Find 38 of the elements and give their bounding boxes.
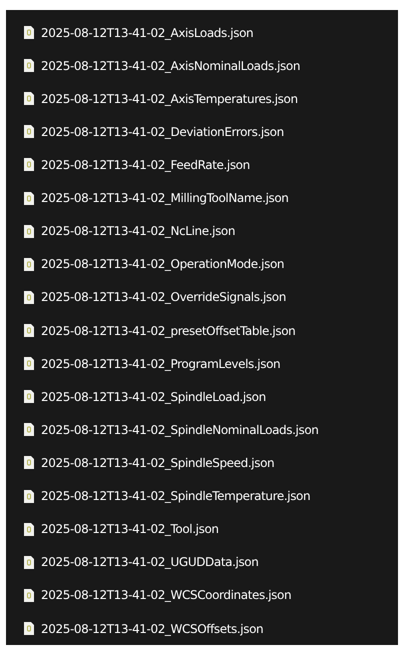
json-file-icon [24,192,34,205]
file-name[interactable]: 2025-08-12T13-41-02_ProgramLevels.json [41,356,280,371]
json-file-icon [24,224,34,238]
json-file-icon [24,490,34,503]
file-name[interactable]: 2025-08-12T13-41-02_AxisTemperatures.json [41,92,298,106]
file-name[interactable]: 2025-08-12T13-41-02_UGUDData.json [41,555,258,570]
json-file-icon [24,588,34,602]
json-file-icon [24,92,34,106]
file-name[interactable]: 2025-08-12T13-41-02_SpindleNominalLoads.json [41,422,318,437]
file-name[interactable]: 2025-08-12T13-41-02_Tool.json [41,522,219,536]
file-name[interactable]: 2025-08-12T13-41-02_OperationMode.json [41,257,284,272]
json-file-icon [24,423,34,436]
json-file-icon [24,26,34,40]
json-file-icon [24,324,34,338]
file-name[interactable]: 2025-08-12T13-41-02_AxisNominalLoads.json [41,58,300,73]
file-name[interactable]: 2025-08-12T13-41-02_presetOffsetTable.json [41,324,296,338]
json-file-icon [24,290,34,304]
json-file-icon [24,125,34,138]
json-file-icon [24,158,34,172]
file-name[interactable]: 2025-08-12T13-41-02_OverrideSignals.json [41,290,286,304]
json-file-icon [24,258,34,271]
file-name[interactable]: 2025-08-12T13-41-02_MillingToolName.json [41,191,289,206]
json-file-icon [24,390,34,404]
file-name[interactable]: 2025-08-12T13-41-02_SpindleLoad.json [41,390,266,404]
json-file-icon [24,456,34,470]
json-file-icon [24,59,34,72]
file-name[interactable]: 2025-08-12T13-41-02_WCSCoordinates.json [41,588,292,602]
file-name[interactable]: 2025-08-12T13-41-02_DeviationErrors.json [41,124,284,139]
file-name[interactable]: 2025-08-12T13-41-02_AxisLoads.json [41,26,254,40]
file-name[interactable]: 2025-08-12T13-41-02_FeedRate.json [41,158,250,172]
json-file-icon [24,622,34,636]
file-name[interactable]: 2025-08-12T13-41-02_SpindleSpeed.json [41,456,274,470]
file-name[interactable]: 2025-08-12T13-41-02_SpindleTemperature.json [41,489,310,504]
file-name[interactable]: 2025-08-12T13-41-02_NcLine.json [41,224,236,238]
file-name[interactable]: 2025-08-12T13-41-02_WCSOffsets.json [41,622,264,636]
json-file-icon [24,357,34,370]
json-file-icon [24,556,34,569]
json-file-icon [24,522,34,536]
